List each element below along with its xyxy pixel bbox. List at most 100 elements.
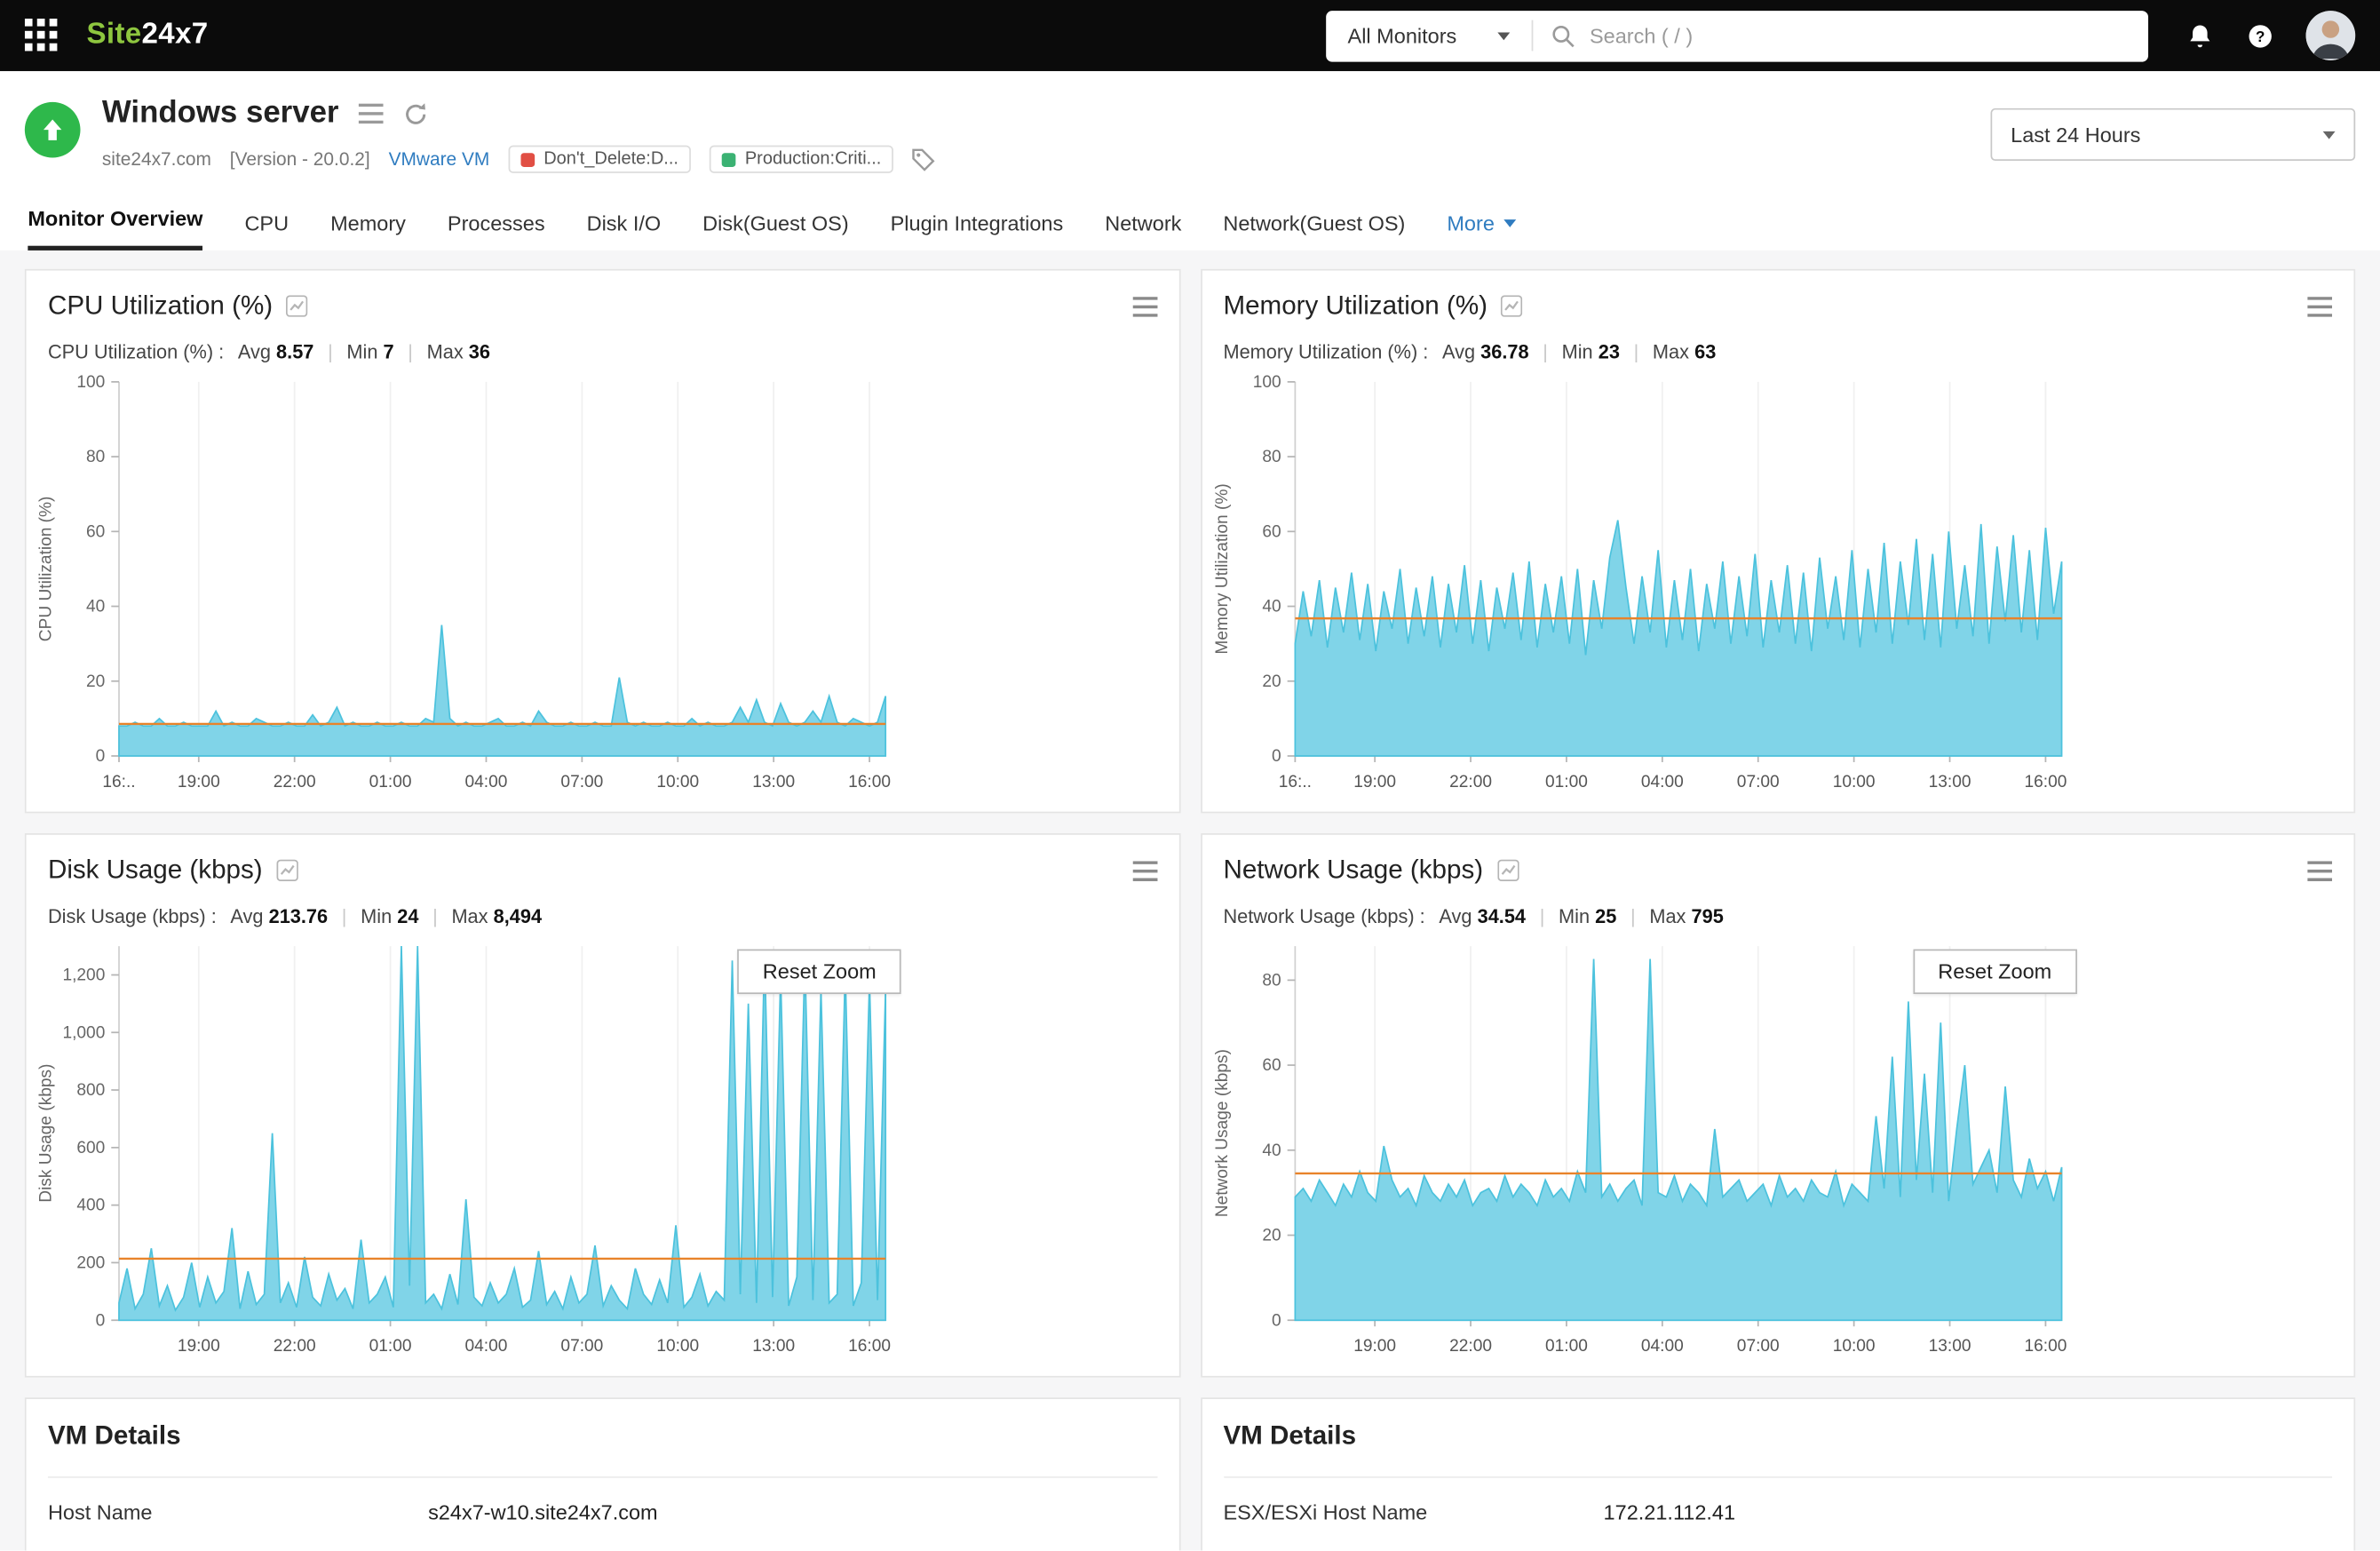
cpu-utilization-chart[interactable]: 0 20 40 60 80 100 16:.. 19:00 22:00 01:00 04:00 07:…: [33, 370, 901, 796]
network-usage-chart[interactable]: 0 20 40 60 80 19:00 22:00 01:00 04:00 07:00 10:00 1…: [1208, 934, 2077, 1360]
svg-text:?: ?: [2256, 27, 2265, 44]
monitor-filter-dropdown[interactable]: All Monitors: [1326, 24, 1531, 47]
site24x7-logo[interactable]: Site24x7: [86, 19, 208, 52]
reset-zoom-button[interactable]: Reset Zoom: [1913, 949, 2077, 995]
svg-text:16:..: 16:..: [1278, 773, 1311, 791]
svg-text:07:00: 07:00: [560, 1337, 603, 1356]
panel-menu-icon[interactable]: [1131, 296, 1157, 316]
svg-text:13:00: 13:00: [752, 773, 795, 791]
svg-text:40: 40: [86, 598, 105, 616]
hamburger-menu-icon[interactable]: [359, 103, 384, 124]
svg-text:16:00: 16:00: [2024, 773, 2067, 791]
panel-title: Memory Utilization (%): [1223, 290, 1488, 321]
svg-text:19:00: 19:00: [178, 1337, 220, 1356]
stat-metric-label: Memory Utilization (%) :: [1223, 341, 1429, 363]
chart-expand-icon[interactable]: [1501, 295, 1524, 317]
svg-text:16:00: 16:00: [848, 1337, 891, 1356]
stat-avg: Avg 36.78: [1441, 341, 1529, 363]
help-icon[interactable]: ?: [2246, 20, 2275, 50]
svg-text:20: 20: [86, 672, 105, 691]
svg-text:01:00: 01:00: [369, 1337, 412, 1356]
tab-plugin-integrations[interactable]: Plugin Integrations: [891, 211, 1064, 251]
tag-color-swatch: [721, 152, 736, 167]
tab-memory[interactable]: Memory: [330, 211, 406, 251]
disk-usage-panel: Disk Usage (kbps) Disk Usage (kbps) : Av…: [24, 833, 1180, 1378]
tag-chip[interactable]: Don't_Delete:D...: [508, 145, 691, 173]
svg-text:Network Usage (kbps): Network Usage (kbps): [1212, 1049, 1231, 1217]
cpu-utilization-panel: CPU Utilization (%) CPU Utilization (%) …: [24, 268, 1180, 814]
monitor-filter-label: All Monitors: [1347, 23, 1457, 48]
tab-disk-io[interactable]: Disk I/O: [587, 211, 662, 251]
svg-text:40: 40: [1262, 1141, 1281, 1160]
svg-text:Memory Utilization (%): Memory Utilization (%): [1212, 483, 1231, 654]
svg-text:20: 20: [1262, 672, 1281, 691]
notifications-bell-icon[interactable]: [2186, 20, 2215, 50]
search-input[interactable]: [1586, 22, 2130, 49]
monitor-tabs: Monitor Overview CPU Memory Processes Di…: [0, 207, 2380, 251]
disk-usage-chart[interactable]: 0 200 400 600 800 1,000 1,200 19:00 22:00 01:00 04…: [33, 934, 901, 1360]
chart-expand-icon[interactable]: [286, 295, 309, 317]
stat-separator: |: [1543, 341, 1548, 363]
svg-text:400: 400: [76, 1197, 105, 1215]
page-title: Windows server: [101, 95, 339, 131]
panel-title: Network Usage (kbps): [1223, 855, 1484, 885]
svg-text:10:00: 10:00: [656, 773, 699, 791]
stat-metric-label: Network Usage (kbps) :: [1223, 905, 1425, 928]
panel-menu-icon[interactable]: [2307, 860, 2333, 881]
svg-text:22:00: 22:00: [1448, 1337, 1491, 1356]
svg-text:CPU Utilization (%): CPU Utilization (%): [36, 497, 55, 642]
svg-text:1,000: 1,000: [62, 1023, 105, 1042]
tag-label: Don't_Delete:D...: [543, 149, 678, 169]
memory-utilization-chart[interactable]: 0 20 40 60 80 100 16:.. 19:00 22:00 01:00 04:00 07:…: [1208, 370, 2076, 796]
svg-text:07:00: 07:00: [1736, 1337, 1779, 1356]
chevron-down-icon: [1503, 219, 1517, 227]
svg-text:60: 60: [1262, 1056, 1281, 1075]
tag-chip[interactable]: Production:Criti...: [709, 145, 894, 173]
memory-utilization-panel: Memory Utilization (%) Memory Utilizatio…: [1200, 268, 2356, 814]
app-grid-icon[interactable]: [24, 18, 59, 52]
svg-text:16:00: 16:00: [2024, 1337, 2067, 1356]
svg-text:10:00: 10:00: [1832, 1337, 1875, 1356]
svg-text:10:00: 10:00: [656, 1337, 699, 1356]
stat-min: Min 7: [346, 341, 394, 363]
refresh-icon[interactable]: [404, 101, 429, 126]
tab-cpu[interactable]: CPU: [244, 211, 289, 251]
tab-processes[interactable]: Processes: [448, 211, 545, 251]
tab-monitor-overview[interactable]: Monitor Overview: [28, 207, 203, 251]
svg-text:40: 40: [1262, 598, 1281, 616]
svg-text:80: 80: [1262, 448, 1281, 466]
chart-expand-icon[interactable]: [1496, 859, 1519, 881]
monitor-domain: site24x7.com: [101, 148, 211, 171]
svg-text:0: 0: [1271, 747, 1281, 766]
tab-disk-guest-os[interactable]: Disk(Guest OS): [702, 211, 848, 251]
stat-avg: Avg 8.57: [237, 341, 314, 363]
tag-icon[interactable]: [912, 147, 935, 171]
vm-detail-row: Host Name s24x7-w10.site24x7.com: [47, 1475, 1157, 1524]
tab-more[interactable]: More: [1447, 211, 1517, 251]
monitor-subinfo: site24x7.com [Version - 20.0.2] VMware V…: [101, 145, 935, 173]
user-avatar[interactable]: [2305, 11, 2356, 60]
panel-menu-icon[interactable]: [2307, 296, 2333, 316]
svg-text:13:00: 13:00: [1928, 1337, 1971, 1356]
chart-expand-icon[interactable]: [276, 859, 298, 881]
tab-network-guest-os[interactable]: Network(Guest OS): [1223, 211, 1405, 251]
monitor-title-block: Windows server site24x7.com [Version - 2…: [102, 96, 935, 173]
svg-text:100: 100: [76, 373, 105, 392]
svg-text:13:00: 13:00: [752, 1337, 795, 1356]
stat-max: Max 63: [1652, 341, 1717, 363]
chevron-down-icon: [1496, 31, 1510, 40]
svg-text:04:00: 04:00: [465, 773, 508, 791]
vmware-vm-link[interactable]: VMware VM: [389, 148, 490, 170]
tab-network[interactable]: Network: [1105, 211, 1181, 251]
svg-text:01:00: 01:00: [369, 773, 412, 791]
svg-text:200: 200: [76, 1254, 105, 1273]
stat-separator: |: [1630, 905, 1636, 928]
panel-menu-icon[interactable]: [1131, 860, 1157, 881]
time-range-dropdown[interactable]: Last 24 Hours: [1990, 107, 2356, 161]
vm-detail-label: ESX/ESXi Host Name: [1223, 1500, 1428, 1524]
reset-zoom-button[interactable]: Reset Zoom: [737, 949, 901, 995]
svg-text:60: 60: [86, 522, 105, 541]
vm-details-panel: VM Details ESX/ESXi Host Name 172.21.112…: [1200, 1397, 2356, 1551]
network-stats-line: Network Usage (kbps) : Avg 34.54 | Min 2…: [1202, 886, 2353, 927]
stat-metric-label: CPU Utilization (%) :: [47, 341, 225, 363]
